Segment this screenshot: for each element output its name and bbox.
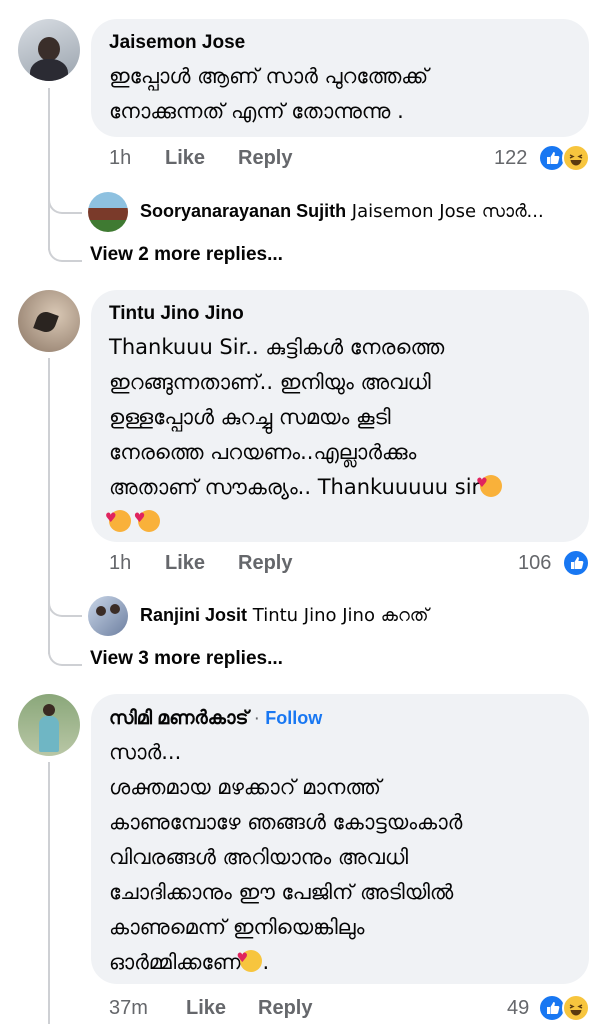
- comment-text: ഇപ്പോൾ ആണ് സാർ പുറത്തേക്ക് നോക്കുന്നത് എ…: [109, 64, 429, 123]
- reaction-count[interactable]: 122: [494, 147, 527, 170]
- reply-preview[interactable]: Sooryanarayanan Sujith Jaisemon Jose സാർ…: [140, 201, 544, 222]
- smiling-face-with-hearts-emoji: [105, 501, 131, 536]
- comment-author[interactable]: Jaisemon Jose: [109, 31, 571, 55]
- like-button[interactable]: Like: [165, 147, 205, 170]
- grinning-sweat-emoji: [236, 941, 263, 976]
- thread-branch: [48, 180, 82, 214]
- reply-button[interactable]: Reply: [238, 147, 292, 170]
- like-icon: [562, 549, 590, 577]
- thread-branch: [48, 585, 82, 617]
- avatar[interactable]: [18, 19, 80, 81]
- reply-button[interactable]: Reply: [258, 997, 312, 1020]
- separator: ·: [253, 708, 260, 729]
- comment-author[interactable]: Tintu Jino Jino: [109, 302, 571, 326]
- haha-icon: [562, 144, 590, 172]
- reaction-count[interactable]: 106: [518, 552, 551, 575]
- avatar[interactable]: [88, 596, 128, 636]
- timestamp[interactable]: 37m: [109, 997, 148, 1020]
- timestamp[interactable]: 1h: [109, 552, 131, 575]
- reply-author[interactable]: Ranjini Josit: [140, 605, 247, 625]
- reply-button[interactable]: Reply: [238, 552, 292, 575]
- reply-text: Tintu Jino Jino കറത്: [252, 605, 429, 626]
- reaction-count[interactable]: 49: [507, 997, 529, 1020]
- smiling-face-with-hearts-emoji: [134, 501, 160, 536]
- avatar[interactable]: [18, 694, 80, 756]
- avatar[interactable]: [18, 290, 80, 352]
- comment-actions: 1h Like Reply: [0, 552, 607, 578]
- comment-bubble: Jaisemon Jose ഇപ്പോൾ ആണ് സാർ പുറത്തേക്ക്…: [91, 19, 589, 137]
- like-button[interactable]: Like: [186, 997, 226, 1020]
- avatar[interactable]: [88, 192, 128, 232]
- view-more-replies[interactable]: View 2 more replies...: [90, 244, 283, 266]
- timestamp[interactable]: 1h: [109, 147, 131, 170]
- smiling-face-with-hearts-emoji: [476, 466, 503, 501]
- comment-author-row: സിമി മണർകാട് · Follow: [109, 706, 571, 731]
- comment-author[interactable]: സിമി മണർകാട്: [109, 708, 248, 729]
- follow-button[interactable]: Follow: [265, 708, 322, 728]
- haha-icon: [562, 994, 590, 1022]
- comment-bubble: സിമി മണർകാട് · Follow സാർ... ശക്തമായ മഴക…: [91, 694, 589, 984]
- comment-text: സാർ... ശക്തമായ മഴക്കാറ് മാനത്ത് കാണുമ്പോ…: [109, 735, 571, 980]
- thread-line: [48, 762, 50, 1024]
- comment-text: Thankuuu Sir.. കുട്ടികൾ നേരത്തെ ഇറങ്ങുന്…: [105, 330, 571, 540]
- reply-preview[interactable]: Ranjini Josit Tintu Jino Jino കറത്: [140, 605, 429, 626]
- thread-branch: [48, 238, 82, 262]
- thread-branch: [48, 642, 82, 666]
- view-more-replies[interactable]: View 3 more replies...: [90, 648, 283, 670]
- comment-bubble: Tintu Jino Jino Thankuuu Sir.. കുട്ടികൾ …: [91, 290, 589, 542]
- reply-author[interactable]: Sooryanarayanan Sujith: [140, 201, 346, 221]
- reply-text: Jaisemon Jose സാർ...: [351, 201, 544, 222]
- like-button[interactable]: Like: [165, 552, 205, 575]
